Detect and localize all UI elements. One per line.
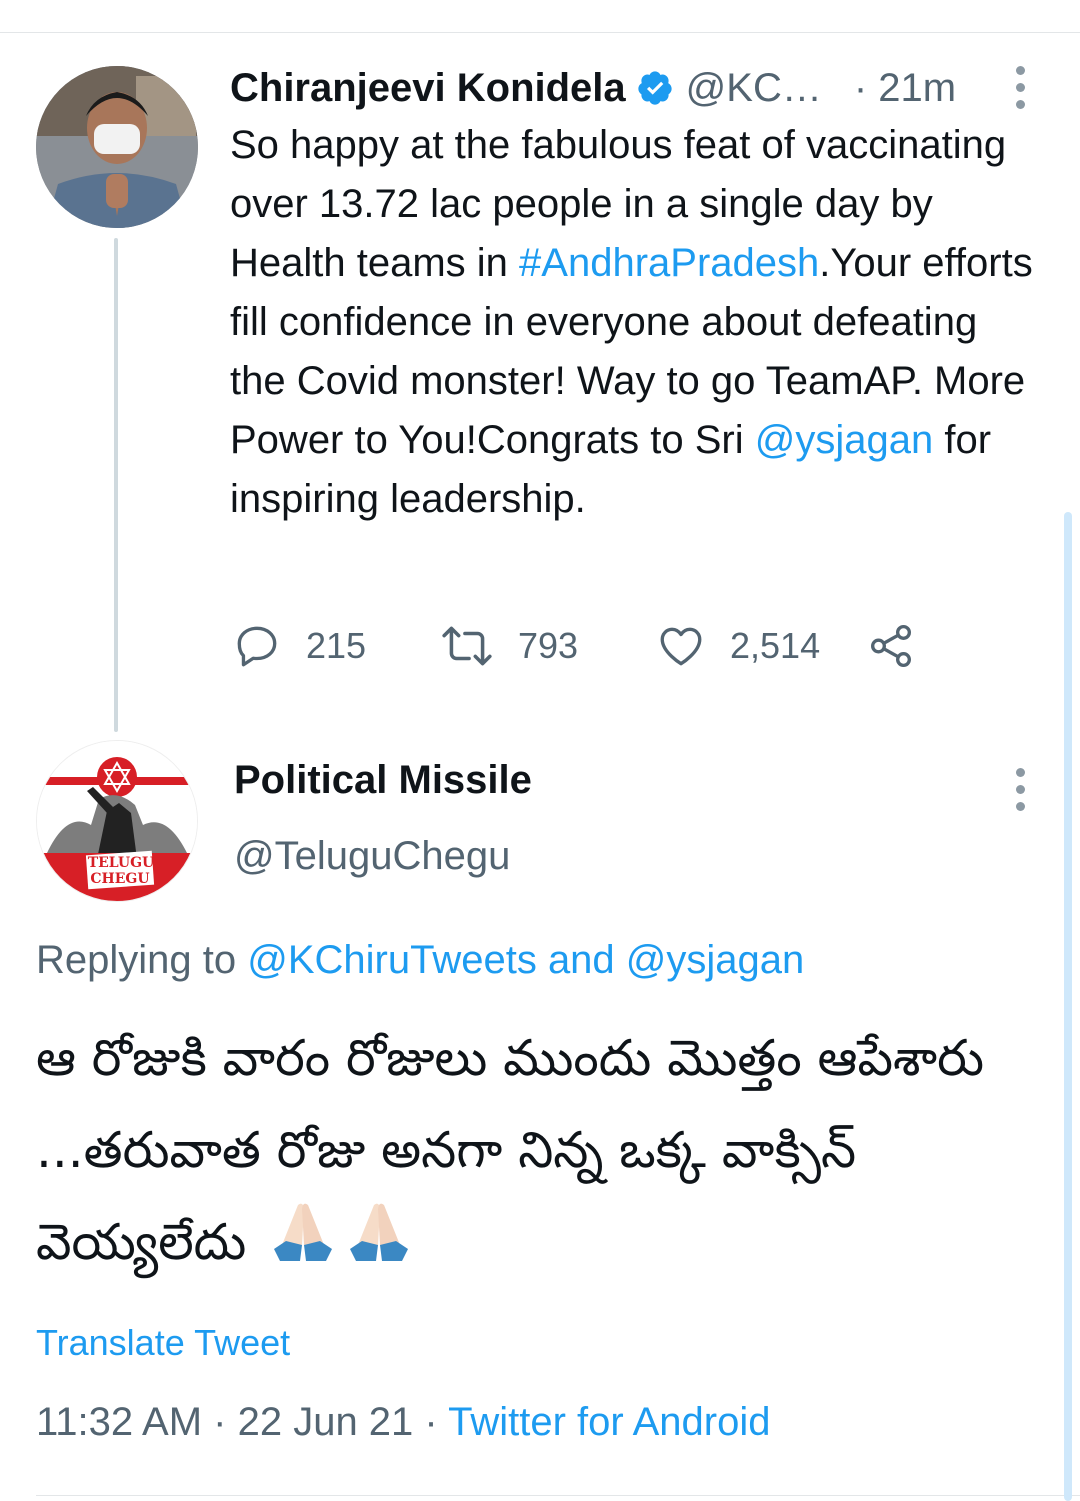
reply-button[interactable]: 215: [232, 616, 366, 676]
folded-hands-icon: [268, 1199, 338, 1292]
share-icon: [871, 624, 911, 668]
reply-text-content: ఆ రోజుకి వారం రోజులు ముందు మొత్తం ఆపేశార…: [36, 1029, 985, 1271]
logo-text-bottom: CHEGU: [90, 871, 149, 887]
thread-line: [114, 238, 118, 732]
meta-separator: ·: [413, 1400, 449, 1444]
replying-label: Replying to: [36, 938, 248, 982]
telugu-chegu-logo: TELUGU CHEGU: [37, 741, 197, 901]
tweet-date[interactable]: 22 Jun 21: [238, 1400, 414, 1444]
author-avatar[interactable]: [36, 66, 198, 228]
reply-author-handle[interactable]: @TeluguChegu: [234, 834, 510, 879]
retweet-count: 793: [518, 625, 579, 666]
tweet-timestamp[interactable]: 11:32 AM: [36, 1400, 202, 1444]
more-options-icon[interactable]: [1013, 66, 1027, 109]
share-button[interactable]: [866, 616, 916, 676]
tweet-meta: 11:32 AM · 22 Jun 21 · Twitter for Andro…: [36, 1400, 771, 1445]
author-name[interactable]: Chiranjeevi Konidela: [230, 66, 626, 111]
reply-author-avatar[interactable]: TELUGU CHEGU: [36, 740, 198, 902]
replying-to: Replying to @KChiruTweets and @ysjagan: [36, 938, 804, 983]
heart-icon: [660, 627, 702, 666]
retweet-icon: [442, 626, 492, 666]
tweet-time[interactable]: · 21m: [854, 66, 956, 111]
translate-tweet-link[interactable]: Translate Tweet: [36, 1322, 290, 1364]
like-button[interactable]: 2,514: [656, 616, 820, 676]
scrollbar[interactable]: [1064, 512, 1072, 1501]
bottom-divider: [36, 1495, 1080, 1496]
author-handle[interactable]: @KC…: [686, 66, 822, 111]
top-divider: [0, 32, 1080, 33]
reply-count: 215: [306, 625, 367, 666]
tweet-header: Chiranjeevi Konidela @KC… · 21m: [230, 60, 956, 116]
like-count: 2,514: [730, 625, 821, 666]
replying-to-links[interactable]: @KChiruTweets and @ysjagan: [247, 938, 804, 982]
mention-link[interactable]: @ysjagan: [755, 418, 933, 462]
folded-hands-icon: [344, 1199, 414, 1292]
reply-author-name[interactable]: Political Missile: [234, 758, 532, 803]
retweet-button[interactable]: 793: [440, 616, 578, 676]
reply-text: ఆ రోజుకి వారం రోజులు ముందు మొత్తం ఆపేశార…: [36, 1012, 1046, 1292]
tweet-text: So happy at the fabulous feat of vaccina…: [230, 116, 1040, 529]
logo-text-top: TELUGU: [88, 855, 155, 871]
more-options-icon[interactable]: [1013, 768, 1027, 811]
tweet-actions: 215 793 2,514: [232, 616, 952, 676]
hashtag-link[interactable]: #AndhraPradesh: [519, 241, 819, 285]
verified-badge-icon: [636, 69, 674, 107]
meta-separator: ·: [202, 1400, 238, 1444]
reply-icon: [237, 626, 277, 667]
author-photo: [36, 66, 198, 228]
tweet-source-link[interactable]: Twitter for Android: [448, 1400, 770, 1444]
